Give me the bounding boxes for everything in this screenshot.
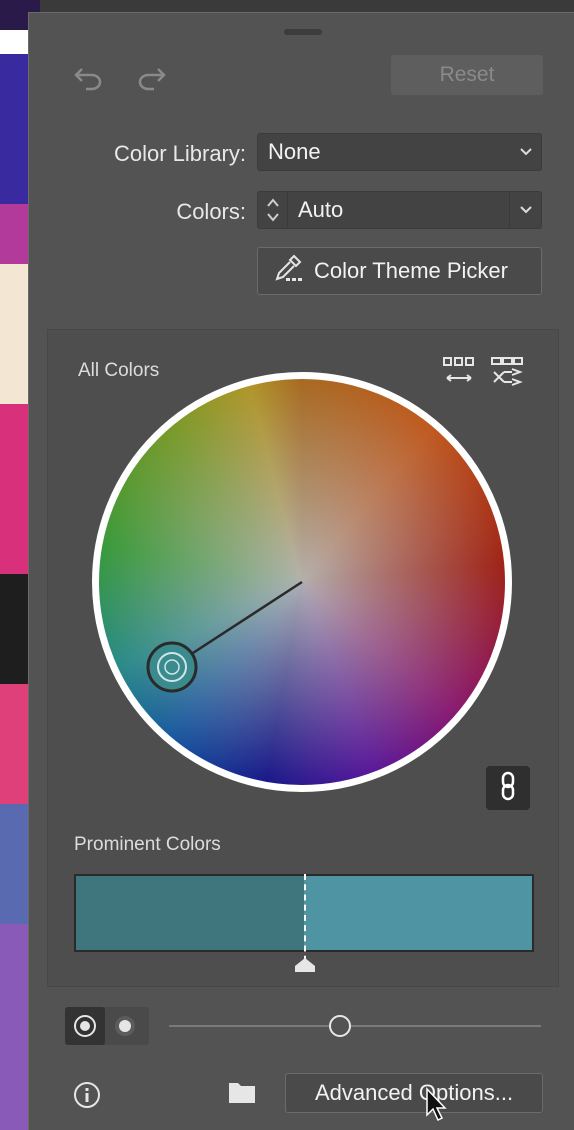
color-handle-line: [175, 580, 303, 666]
info-icon[interactable]: [73, 1081, 101, 1109]
color-wheel[interactable]: [92, 372, 512, 792]
chevron-down-icon[interactable]: [509, 192, 541, 228]
color-theme-picker-button[interactable]: Color Theme Picker: [257, 247, 542, 295]
prominent-color-swatch[interactable]: [76, 876, 304, 950]
mouse-cursor-icon: [426, 1087, 447, 1122]
redo-icon[interactable]: [135, 63, 169, 93]
colors-label: Colors:: [176, 199, 246, 224]
panel-drag-handle[interactable]: [284, 29, 322, 35]
segmented-wheel-mode-button[interactable]: [105, 1007, 145, 1045]
brightness-slider-track[interactable]: [169, 1025, 541, 1027]
color-wheel-section: All Colors Prominent Colors: [47, 329, 559, 987]
colors-count-field[interactable]: Auto: [257, 191, 542, 229]
view-mode-toggle: [65, 1007, 149, 1045]
color-library-value: None: [268, 139, 321, 164]
link-icon: [497, 771, 519, 806]
smooth-wheel-mode-button[interactable]: [65, 1007, 105, 1045]
color-library-dropdown[interactable]: None: [257, 133, 542, 171]
eyedropper-icon: [272, 252, 304, 290]
recolor-panel: Reset Color Library: None Colors: Auto C…: [28, 12, 574, 1130]
prominent-divider-handle[interactable]: [295, 958, 315, 972]
color-handle[interactable]: [146, 641, 198, 693]
link-harmony-button[interactable]: [486, 766, 530, 810]
colors-stepper[interactable]: [258, 192, 288, 228]
wheel-overlay: [146, 580, 303, 693]
color-theme-picker-label: Color Theme Picker: [314, 258, 508, 283]
reset-button[interactable]: Reset: [391, 55, 543, 95]
brightness-slider-thumb[interactable]: [329, 1015, 352, 1037]
prominent-colors-title: Prominent Colors: [74, 834, 221, 855]
folder-icon[interactable]: [227, 1079, 257, 1105]
color-library-label: Color Library:: [113, 141, 246, 166]
chevron-down-icon: [511, 147, 541, 157]
prominent-color-swatch[interactable]: [304, 876, 532, 950]
colors-value: Auto: [298, 197, 344, 222]
undo-icon[interactable]: [71, 63, 105, 93]
advanced-options-button[interactable]: Advanced Options...: [285, 1073, 543, 1113]
